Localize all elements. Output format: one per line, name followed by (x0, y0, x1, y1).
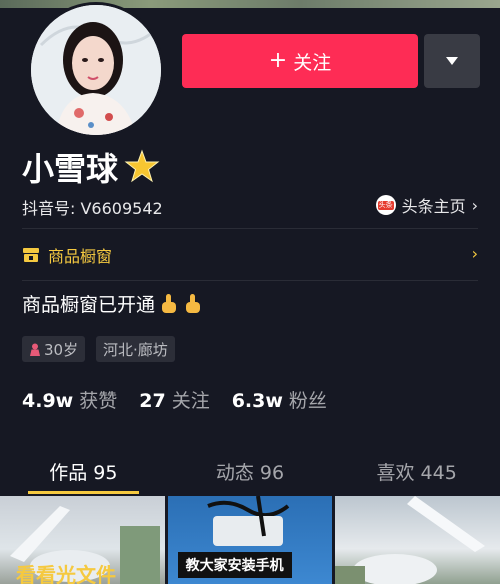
avatar-photo (31, 5, 161, 135)
profile-name-row: 小雪球 (22, 144, 160, 190)
female-icon (30, 343, 40, 356)
bio-text: 商品橱窗已开通 (22, 294, 156, 316)
profile-name: 小雪球 (22, 150, 119, 188)
toutiao-logo-icon: 头条 (375, 195, 396, 215)
age-tag: 30岁 (22, 336, 86, 362)
thumbnail-caption: 教大家安装手机 (177, 552, 292, 578)
divider (22, 280, 478, 281)
video-thumbnail[interactable] (335, 496, 500, 584)
thumbnail-image (335, 496, 486, 584)
follow-button[interactable]: + 关注 (182, 34, 418, 88)
video-grid: 看看光文件 教大家安装手机 (0, 496, 500, 584)
stat-value: 27 (139, 390, 166, 412)
divider (22, 228, 478, 229)
triangle-down-icon (446, 57, 458, 65)
content-tabs: 作品 95 动态 96 喜欢 445 (0, 440, 500, 496)
star-icon (124, 149, 160, 183)
stat-value: 4.9w (22, 390, 74, 412)
bio: 商品橱窗已开通 (22, 290, 203, 317)
tab-updates[interactable]: 动态 96 (167, 440, 334, 496)
plus-icon: + (268, 48, 288, 73)
pointing-hand-icon (162, 293, 177, 313)
location-label: 河北·廊坊 (103, 340, 168, 359)
douyin-id: 抖音号: V6609542 (22, 199, 163, 218)
stat-label: 关注 (171, 390, 210, 412)
product-showcase-row[interactable]: 商品橱窗 › (22, 240, 478, 270)
thumbnail-caption: 看看光文件 (16, 563, 116, 584)
stat-followers[interactable]: 6.3w 粉丝 (232, 386, 327, 413)
avatar[interactable] (28, 2, 164, 138)
chevron-right-icon: › (471, 195, 478, 215)
follow-label: 关注 (293, 51, 332, 74)
age-label: 30岁 (44, 340, 79, 359)
shop-icon (23, 248, 39, 262)
stat-label: 粉丝 (288, 390, 327, 412)
video-thumbnail[interactable]: 看看光文件 (0, 496, 165, 584)
more-options-button[interactable] (424, 34, 480, 88)
stats-row: 4.9w 获赞 27 关注 6.3w 粉丝 (22, 386, 349, 413)
toutiao-homepage-link[interactable]: 头条 头条主页 › (375, 193, 478, 217)
chevron-right-icon: › (471, 244, 478, 263)
stat-following[interactable]: 27 关注 (139, 386, 209, 413)
stat-label: 获赞 (79, 390, 118, 412)
video-thumbnail[interactable]: 教大家安装手机 (167, 496, 333, 584)
toutiao-label: 头条主页 (401, 197, 466, 216)
stat-value: 6.3w (231, 390, 283, 412)
tab-likes[interactable]: 喜欢 445 (333, 440, 500, 496)
pointing-hand-icon (186, 293, 201, 313)
stat-likes[interactable]: 4.9w 获赞 (22, 386, 117, 413)
tab-works[interactable]: 作品 95 (0, 440, 167, 496)
product-showcase-label: 商品橱窗 (48, 247, 113, 266)
location-tag: 河北·廊坊 (96, 336, 175, 362)
